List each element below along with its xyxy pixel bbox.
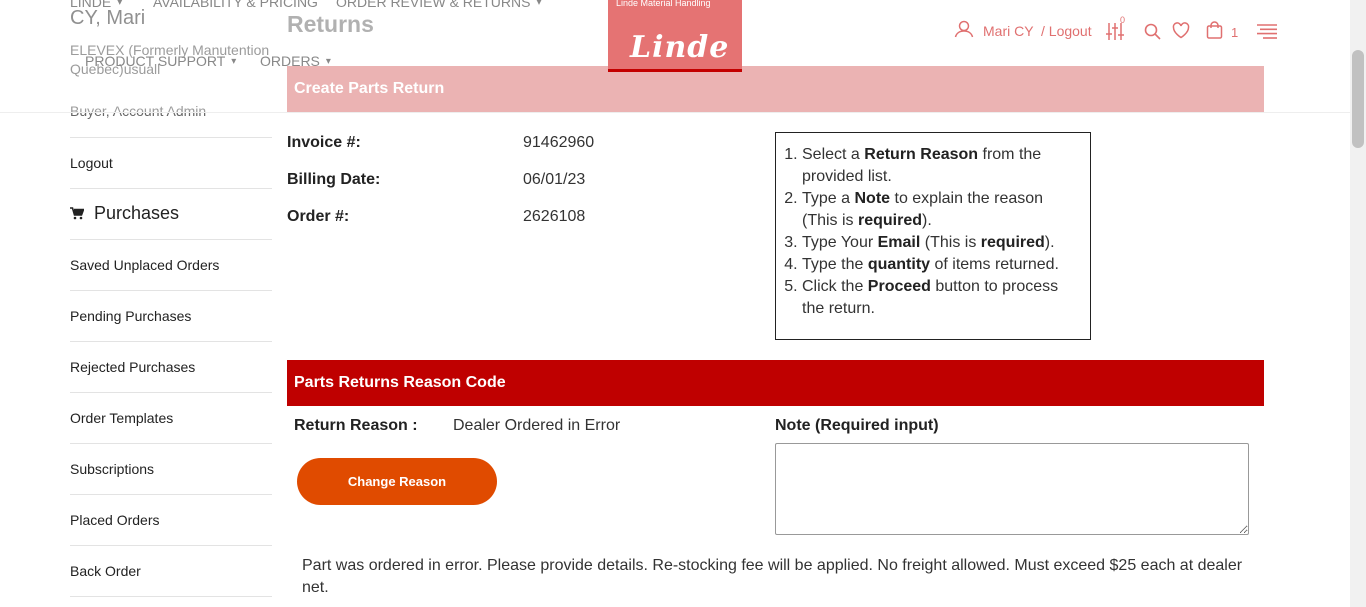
instruction-text: ). xyxy=(1044,234,1055,251)
logo-subtitle: Linde Material Handling xyxy=(616,0,711,8)
nav-orders[interactable]: ORDERS ▾ xyxy=(260,53,331,69)
chevron-down-icon: ▾ xyxy=(325,55,331,67)
billing-date-label: Billing Date: xyxy=(287,171,381,188)
sidebar-logout-link[interactable]: Logout xyxy=(70,155,113,171)
instruction-text: (This is xyxy=(920,234,981,251)
scrollbar-thumb[interactable] xyxy=(1352,50,1364,148)
instruction-emphasis: Return Reason xyxy=(864,146,979,163)
instruction-emphasis: Proceed xyxy=(867,278,931,295)
account-user-link[interactable]: Mari CY xyxy=(983,23,1034,39)
nav-order-review-returns[interactable]: ORDER REVIEW & RETURNS ▾ xyxy=(336,0,542,10)
instruction-step: Type the quantity of items returned. xyxy=(802,254,1082,276)
note-textarea[interactable] xyxy=(775,443,1249,535)
sidebar-divider xyxy=(70,392,272,393)
instruction-emphasis: required xyxy=(980,234,1045,251)
sidebar-divider xyxy=(70,596,272,597)
nav-product-support-label: PRODUCT SUPPORT xyxy=(85,53,226,69)
cart-count-badge: 1 xyxy=(1231,25,1239,40)
sidebar-item-pending-purchases[interactable]: Pending Purchases xyxy=(70,308,191,324)
return-instructions-box: Select a Return Reason from the provided… xyxy=(775,132,1091,340)
instruction-text: Click the xyxy=(802,278,868,295)
instruction-step: Click the Proceed button to process the … xyxy=(802,276,1082,320)
chevron-down-icon: ▾ xyxy=(117,0,123,8)
nav-availability-pricing[interactable]: AVAILABILITY & PRICING xyxy=(153,0,318,10)
nav-order-review-label: ORDER REVIEW & RETURNS xyxy=(336,0,531,10)
instruction-text: ). xyxy=(922,212,932,229)
sidebar-item-subscriptions[interactable]: Subscriptions xyxy=(70,461,154,477)
instruction-emphasis: Email xyxy=(877,234,921,251)
search-icon[interactable] xyxy=(1144,23,1161,40)
filter-sliders-icon[interactable] xyxy=(1106,23,1124,40)
instructions-list: Select a Return Reason from the provided… xyxy=(784,144,1082,320)
cart-icon[interactable] xyxy=(1206,21,1223,39)
chevron-down-icon: ▾ xyxy=(536,0,542,8)
sidebar-divider xyxy=(70,290,272,291)
instruction-text: Type a xyxy=(802,190,855,207)
linde-logo[interactable]: Linde Material Handling Linde xyxy=(608,0,742,72)
reason-description: Part was ordered in error. Please provid… xyxy=(302,557,1243,596)
invoice-value: 91462960 xyxy=(523,134,595,151)
sidebar-divider xyxy=(70,494,272,495)
parts-returns-reason-code-bar: Parts Returns Reason Code xyxy=(287,360,1264,406)
nav-linde[interactable]: LINDE ▾ xyxy=(70,0,122,10)
sidebar-divider xyxy=(70,188,272,189)
sidebar-divider xyxy=(70,443,272,444)
user-icon[interactable] xyxy=(954,20,974,38)
order-number-value: 2626108 xyxy=(523,208,586,225)
purchases-heading-label: Purchases xyxy=(94,203,180,223)
instruction-step: Select a Return Reason from the provided… xyxy=(802,144,1082,188)
sidebar-item-order-templates[interactable]: Order Templates xyxy=(70,410,173,426)
instruction-step: Type Your Email (This is required). xyxy=(802,232,1082,254)
menu-icon[interactable] xyxy=(1257,24,1277,39)
instruction-text: Type the xyxy=(802,256,868,273)
shopping-cart-icon xyxy=(70,207,84,220)
nav-orders-label: ORDERS xyxy=(260,53,320,69)
sidebar-item-saved-unplaced-orders[interactable]: Saved Unplaced Orders xyxy=(70,257,219,273)
chevron-down-icon: ▾ xyxy=(231,55,237,67)
sidebar-item-placed-orders[interactable]: Placed Orders xyxy=(70,512,159,528)
instruction-emphasis: quantity xyxy=(867,256,931,273)
nav-availability-label: AVAILABILITY & PRICING xyxy=(153,0,318,10)
filter-badge: 0 xyxy=(1120,15,1126,25)
nav-linde-label: LINDE xyxy=(70,0,112,10)
header-logout-link[interactable]: / Logout xyxy=(1041,23,1092,39)
return-reason-value: Dealer Ordered in Error xyxy=(453,417,621,434)
nav-product-support[interactable]: PRODUCT SUPPORT ▾ xyxy=(85,53,236,69)
change-reason-button[interactable]: Change Reason xyxy=(297,458,497,505)
sidebar-divider xyxy=(70,239,272,240)
order-number-label: Order #: xyxy=(287,208,350,225)
sidebar-item-back-order[interactable]: Back Order xyxy=(70,563,141,579)
sidebar-divider xyxy=(70,545,272,546)
heart-icon[interactable] xyxy=(1172,22,1190,39)
return-reason-label: Return Reason : xyxy=(294,417,418,434)
purchases-heading: Purchases xyxy=(70,203,179,224)
instruction-step: Type a Note to explain the reason (This … xyxy=(802,188,1082,232)
invoice-label: Invoice #: xyxy=(287,134,361,151)
instruction-text: Select a xyxy=(802,146,865,163)
logo-wordmark: Linde xyxy=(630,30,730,65)
instruction-emphasis: required xyxy=(858,212,923,229)
sidebar-divider xyxy=(70,137,272,138)
instruction-text: Type Your xyxy=(802,234,878,251)
billing-date-value: 06/01/23 xyxy=(523,171,586,188)
instruction-text: of items returned. xyxy=(930,256,1059,273)
sidebar-item-rejected-purchases[interactable]: Rejected Purchases xyxy=(70,359,195,375)
note-label: Note (Required input) xyxy=(775,417,939,434)
instruction-emphasis: Note xyxy=(854,190,891,207)
sidebar-divider xyxy=(70,341,272,342)
